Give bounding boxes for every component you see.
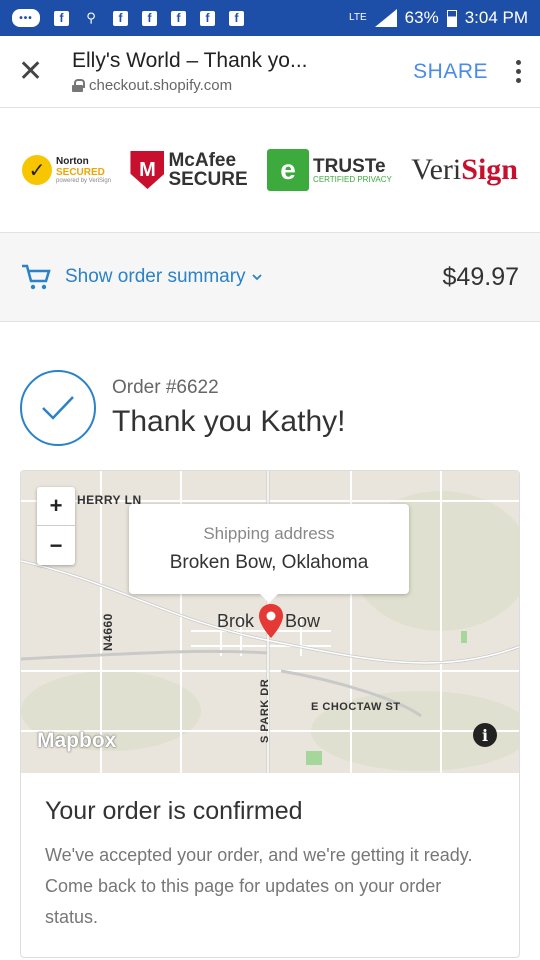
overflow-menu-icon[interactable]	[516, 60, 522, 83]
norton-name: Norton	[56, 155, 89, 167]
clock: 3:04 PM	[464, 8, 528, 27]
signal-icon	[374, 9, 397, 27]
mapbox-logo[interactable]: Mapbox	[37, 729, 116, 753]
order-confirmation-card: + − HERRY LN N4660 S PARK DR E CHOCTAW S…	[20, 470, 520, 958]
truste-e-icon: e	[267, 149, 310, 191]
confirmation-section: Your order is confirmed We've accepted y…	[21, 773, 519, 957]
popup-address: Broken Bow, Oklahoma	[169, 552, 369, 573]
order-number: Order #6622	[112, 377, 219, 398]
order-total: $49.97	[442, 262, 519, 291]
share-button[interactable]: SHARE	[413, 60, 488, 84]
street-label-n4660: N4660	[101, 613, 115, 651]
norton-sub: powered by VeriSign	[56, 177, 112, 184]
facebook-icon: f	[142, 10, 157, 26]
norton-badge: ✓ Norton SECURED powered by VeriSign	[22, 155, 111, 185]
zoom-controls: + −	[37, 487, 75, 565]
confirmation-heading: Your order is confirmed	[45, 797, 303, 825]
facebook-icon: f	[54, 10, 69, 26]
popup-label: Shipping address	[203, 524, 335, 543]
city-label-right: Bow	[285, 611, 321, 631]
confirmation-body: We've accepted your order, and we're get…	[45, 845, 473, 927]
truste-sub: CERTIFIED PRIVACY	[313, 174, 392, 184]
info-icon[interactable]: i	[473, 723, 497, 747]
norton-status: SECURED	[56, 166, 105, 178]
checkmark-icon: ✓	[22, 155, 52, 185]
shipping-address-popup: Shipping address Broken Bow, Oklahoma	[129, 504, 409, 603]
cart-icon	[22, 264, 51, 290]
status-bar: ••• f ⚲ f f f f f LTE 63% 3:04 PM	[0, 0, 540, 36]
battery-icon	[446, 9, 457, 27]
page-title: Elly's World – Thank yo...	[72, 49, 308, 72]
mcafee-line1: McAfee	[168, 150, 237, 171]
battery-percent: 63%	[404, 8, 439, 27]
shipping-map[interactable]: + − HERRY LN N4660 S PARK DR E CHOCTAW S…	[21, 471, 519, 773]
order-summary-toggle[interactable]: Show order summary $49.97	[0, 233, 540, 322]
messenger-icon: •••	[12, 9, 40, 27]
trust-badges: ✓ Norton SECURED powered by VeriSign M McA…	[0, 108, 540, 233]
person-add-icon: ⚲	[86, 10, 96, 25]
zoom-in-button[interactable]: +	[37, 487, 75, 526]
url-text: checkout.shopify.com	[89, 77, 233, 94]
street-label-spark: S PARK DR	[259, 678, 271, 743]
mcafee-shield-icon: M	[130, 151, 165, 189]
city-label-left: Brok	[217, 611, 255, 631]
summary-label[interactable]: Show order summary	[65, 266, 246, 288]
close-icon[interactable]: ✕	[18, 56, 54, 87]
checkmark-circle-icon	[20, 370, 96, 446]
mcafee-badge: M McAfee SECURE	[130, 150, 248, 190]
network-type: LTE	[349, 12, 367, 23]
thank-you-heading: Thank you Kathy!	[112, 405, 346, 438]
facebook-icon: f	[200, 10, 215, 26]
truste-badge: e TRUSTe CERTIFIED PRIVACY	[267, 149, 392, 191]
facebook-icon: f	[229, 10, 244, 26]
street-label-choctaw: E CHOCTAW ST	[311, 701, 401, 713]
verisign-badge: VeriSign	[411, 153, 518, 187]
facebook-icon: f	[113, 10, 128, 26]
order-header: Order #6622 Thank you Kathy!	[0, 322, 540, 462]
truste-name: TRUSTe	[313, 155, 386, 177]
location-pin-icon[interactable]	[259, 604, 283, 638]
chevron-down-icon	[251, 274, 262, 281]
verisign-prefix: Veri	[411, 153, 462, 186]
mcafee-line2: SECURE	[168, 169, 248, 190]
verisign-suffix: Sign	[461, 153, 518, 186]
facebook-icon: f	[171, 10, 186, 26]
lock-icon	[72, 79, 85, 92]
browser-toolbar: ✕ Elly's World – Thank yo... checkout.sh…	[0, 36, 540, 108]
zoom-out-button[interactable]: −	[37, 526, 75, 565]
